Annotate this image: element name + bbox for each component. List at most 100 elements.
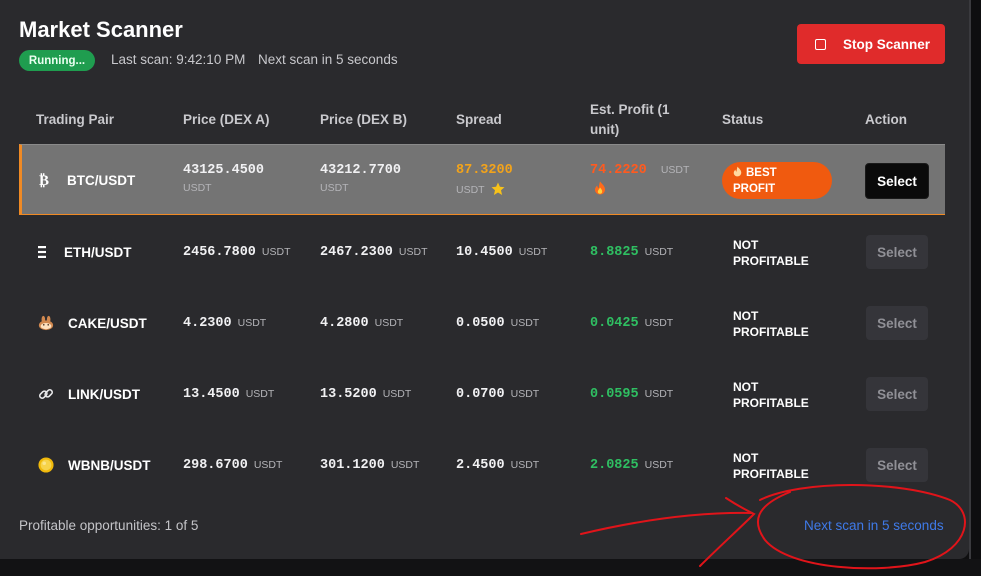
unit-label: USDT (382, 388, 412, 400)
est-profit-header-line1: Est. Profit (1 (590, 102, 670, 117)
spread-value: 0.0500 (456, 316, 505, 331)
est-profit-value: 8.8825 (590, 245, 639, 260)
best-badge-line1: BEST (746, 167, 777, 179)
status-not-profitable: NOT PROFITABLE (733, 308, 809, 340)
window-edge (969, 0, 981, 576)
column-header-status: Status (722, 112, 764, 127)
price-dex-b: 13.5200 (320, 387, 377, 402)
price-dex-b: 2467.2300 (320, 245, 393, 260)
status-not-profitable: NOT PROFITABLE (733, 450, 809, 482)
est-profit-value: 2.0825 (590, 458, 639, 473)
table-row-cake[interactable]: CAKE/USDT 4.2300 USDT 4.2800 USDT 0.0500 US… (19, 287, 945, 358)
status-not-profitable: NOT PROFITABLE (733, 237, 809, 269)
unit-label: USDT (510, 459, 540, 471)
unit-label: USDT (660, 164, 690, 176)
unit-label: USDT (320, 182, 349, 194)
select-button[interactable]: Select (866, 377, 928, 411)
status-line1: NOT (733, 238, 759, 252)
pair-label: BTC/USDT (67, 172, 136, 188)
market-scanner-panel: Market Scanner Running... Last scan: 9:4… (0, 0, 969, 559)
est-profit-header-line2: unit) (590, 122, 620, 137)
unit-label: USDT (456, 184, 485, 196)
select-button[interactable]: Select (866, 306, 928, 340)
est-profit-value: 74.2220 (590, 163, 647, 178)
bitcoin-icon: ₿ (37, 172, 53, 188)
unit-label: USDT (253, 459, 283, 471)
unit-label: USDT (398, 246, 428, 258)
pancake-bunny-icon (38, 315, 54, 331)
unit-label: USDT (183, 182, 212, 194)
status-line2: PROFITABLE (733, 254, 809, 268)
fire-icon (594, 181, 689, 200)
select-button[interactable]: Select (866, 448, 928, 482)
select-button[interactable]: Select (866, 235, 928, 269)
best-badge-line2: PROFIT (733, 183, 776, 195)
svg-text:₿: ₿ (39, 172, 49, 188)
column-header-trading-pair: Trading Pair (36, 112, 115, 127)
stop-scanner-button[interactable]: Stop Scanner (797, 24, 945, 64)
window-bottom-edge (0, 559, 981, 576)
price-dex-b: 4.2800 (320, 316, 369, 331)
est-profit-value: 0.0425 (590, 316, 639, 331)
pair-label: WBNB/USDT (68, 457, 151, 473)
column-header-action: Action (865, 112, 907, 127)
column-header-spread: Spread (456, 112, 502, 127)
star-icon (491, 182, 505, 199)
unit-label: USDT (237, 317, 267, 329)
spread-value: 10.4500 (456, 245, 513, 260)
table-row-btc[interactable]: ₿ BTC/USDT 43125.4500 USDT 43212.7700 US… (19, 144, 945, 215)
running-status-badge: Running... (19, 50, 95, 71)
unit-label: USDT (644, 317, 674, 329)
est-profit-value: 0.0595 (590, 387, 639, 402)
status-line2: PROFITABLE (733, 396, 809, 410)
unit-label: USDT (644, 246, 674, 258)
status-line1: NOT (733, 380, 759, 394)
unit-label: USDT (245, 388, 275, 400)
ethereum-icon (34, 244, 50, 260)
profitable-opportunities-count: Profitable opportunities: 1 of 5 (19, 518, 199, 533)
fire-icon (733, 166, 742, 182)
price-dex-a: 4.2300 (183, 316, 232, 331)
column-header-est-profit: Est. Profit (1 unit) (590, 100, 700, 140)
price-dex-a: 13.4500 (183, 387, 240, 402)
price-dex-a: 43125.4500 (183, 163, 265, 178)
spread-value: 87.3200 (456, 163, 513, 178)
status-line2: PROFITABLE (733, 325, 809, 339)
pair-label: LINK/USDT (68, 386, 140, 402)
unit-label: USDT (510, 388, 540, 400)
chain-link-icon (38, 386, 54, 402)
column-header-price-dex-b: Price (DEX B) (320, 112, 408, 127)
stop-scanner-label: Stop Scanner (843, 36, 931, 52)
pair-label: ETH/USDT (64, 244, 132, 260)
price-dex-b: 43212.7700 (320, 163, 402, 178)
unit-label: USDT (510, 317, 540, 329)
unit-label: USDT (390, 459, 420, 471)
unit-label: USDT (261, 246, 291, 258)
status-line2: PROFITABLE (733, 467, 809, 481)
stop-square-icon (815, 38, 826, 50)
status-line1: NOT (733, 309, 759, 323)
table-row-eth[interactable]: ETH/USDT 2456.7800 USDT 2467.2300 USDT 10.… (19, 216, 945, 287)
status-line1: NOT (733, 451, 759, 465)
table-row-link[interactable]: LINK/USDT 13.4500 USDT 13.5200 USDT 0.0700… (19, 358, 945, 429)
bnb-coin-icon (38, 457, 54, 473)
price-dex-a: 2456.7800 (183, 245, 256, 260)
unit-label: USDT (644, 388, 674, 400)
select-button[interactable]: Select (865, 163, 929, 199)
spread-value: 0.0700 (456, 387, 505, 402)
page-title: Market Scanner (19, 17, 183, 42)
unit-label: USDT (518, 246, 548, 258)
price-dex-a: 298.6700 (183, 458, 248, 473)
status-not-profitable: NOT PROFITABLE (733, 379, 809, 411)
last-scan-time: Last scan: 9:42:10 PM (111, 52, 246, 67)
unit-label: USDT (374, 317, 404, 329)
column-header-price-dex-a: Price (DEX A) (183, 112, 270, 127)
spread-value: 2.4500 (456, 458, 505, 473)
footer-next-scan-countdown: Next scan in 5 seconds (804, 518, 944, 533)
best-profit-badge: BEST PROFIT (722, 162, 832, 199)
pair-label: CAKE/USDT (68, 315, 147, 331)
unit-label: USDT (644, 459, 674, 471)
next-scan-countdown: Next scan in 5 seconds (258, 52, 398, 67)
price-dex-b: 301.1200 (320, 458, 385, 473)
table-row-wbnb[interactable]: WBNB/USDT 298.6700 USDT 301.1200 USDT 2.45… (19, 429, 945, 500)
